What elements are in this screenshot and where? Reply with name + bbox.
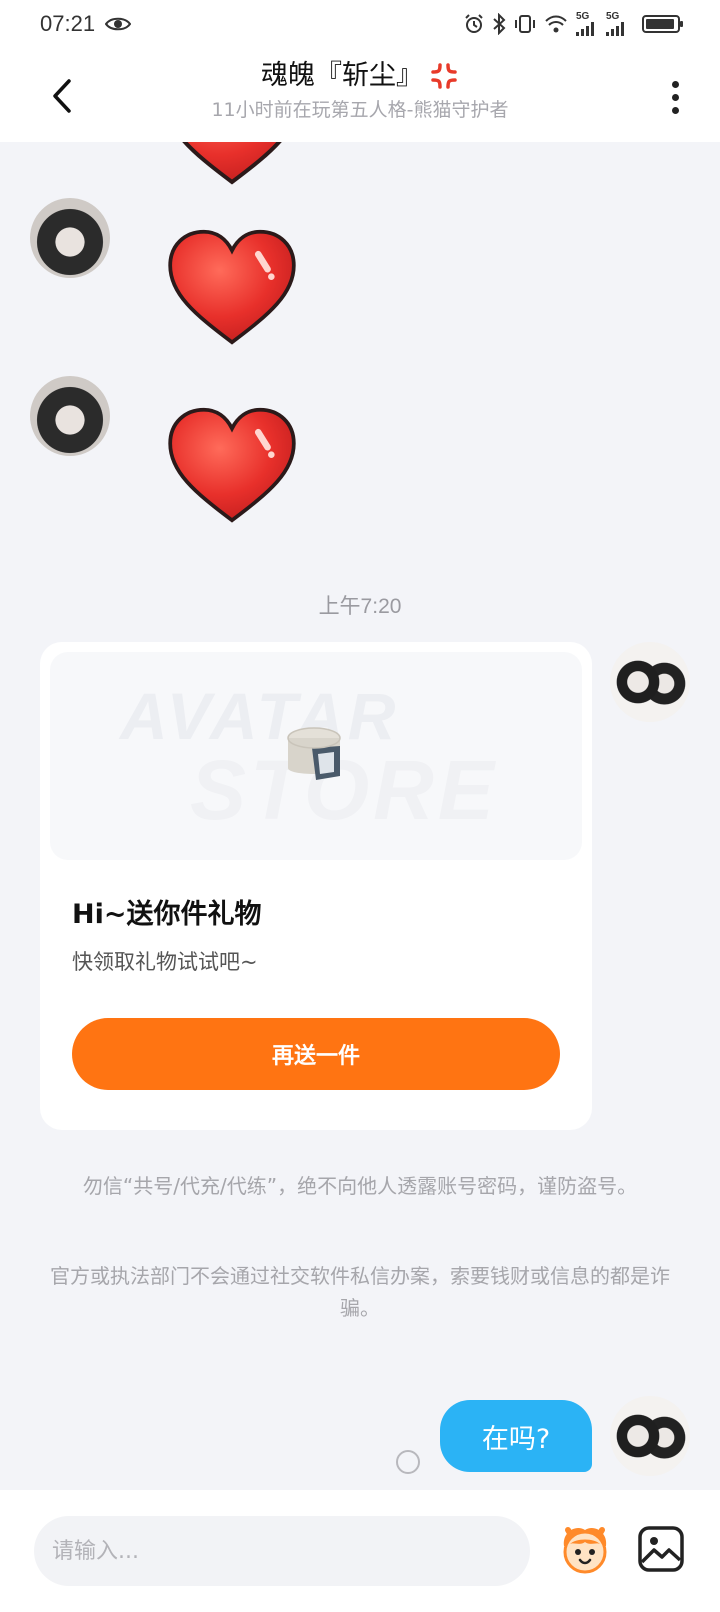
wifi-icon — [544, 15, 568, 33]
contact-name[interactable]: 魂魄『斩尘』 — [261, 56, 459, 96]
contact-avatar[interactable] — [30, 198, 110, 278]
eye-icon — [105, 16, 132, 32]
gift-description: 快领取礼物试试吧~ — [72, 950, 258, 974]
more-dot — [671, 93, 679, 101]
sent-message-bubble[interactable]: 在吗? — [440, 1400, 592, 1472]
heart-emoji-icon — [168, 407, 296, 523]
bluetooth-icon — [492, 13, 506, 35]
back-button[interactable] — [40, 68, 84, 124]
gift-title: Hi~送你件礼物 — [72, 899, 262, 930]
sticker-icon[interactable] — [556, 1520, 614, 1578]
alarm-icon — [464, 14, 484, 34]
send-another-gift-button[interactable]: 再送一件 — [72, 1018, 560, 1090]
status-right: 5G 5G — [464, 12, 683, 36]
gift-card[interactable]: AVATAR STORE Hi~送你件礼物 快领取礼物试试吧~ 再送一件 — [40, 642, 592, 1130]
my-avatar[interactable] — [610, 642, 690, 722]
network-label-2: 5G — [606, 11, 620, 22]
contact-status: 11小时前在玩第五人格-熊猫守护者 — [211, 99, 509, 121]
signal-icon: 5G — [576, 12, 598, 36]
status-time: 07:21 — [40, 11, 96, 36]
vibrate-icon — [514, 14, 536, 34]
chat-area[interactable]: 上午7:20 AVATAR STORE Hi~送你件礼物 快领取礼物试试吧~ 再… — [0, 142, 720, 1490]
more-dot — [671, 106, 679, 114]
back-arrow-icon — [53, 79, 71, 113]
network-label-1: 5G — [576, 11, 590, 22]
battery-icon — [642, 15, 683, 33]
contact-avatar[interactable] — [30, 376, 110, 456]
gift-item-image — [287, 727, 341, 780]
input-bar — [0, 1490, 720, 1612]
signal-icon: 5G — [606, 12, 628, 36]
heart-emoji-icon — [182, 142, 282, 185]
message-input[interactable] — [34, 1516, 530, 1586]
sending-status-icon — [396, 1450, 420, 1474]
contact-name-text: 魂魄『斩尘』 — [261, 60, 423, 91]
safety-notice: 官方或执法部门不会通过社交软件私信办案，索要钱财或信息的都是诈骗。 — [50, 1264, 670, 1320]
more-vertical-icon — [671, 80, 679, 88]
safety-notice: 勿信“共号/代充/代练”，绝不向他人透露账号密码，谨防盗号。 — [82, 1174, 638, 1198]
status-left: 07:21 — [40, 11, 132, 37]
status-bar: 07:21 5G 5G — [0, 0, 720, 48]
more-options-button[interactable] — [660, 72, 690, 122]
chat-header: 魂魄『斩尘』 11小时前在玩第五人格-熊猫守护者 — [0, 48, 720, 142]
title-block: 魂魄『斩尘』 11小时前在玩第五人格-熊猫守护者 — [120, 56, 600, 124]
anger-emoji-icon — [431, 63, 457, 89]
my-avatar[interactable] — [610, 1396, 690, 1476]
image-icon[interactable] — [636, 1524, 686, 1574]
gift-image: AVATAR STORE — [50, 652, 582, 860]
message-timestamp: 上午7:20 — [318, 595, 402, 618]
heart-emoji-icon — [168, 229, 296, 345]
